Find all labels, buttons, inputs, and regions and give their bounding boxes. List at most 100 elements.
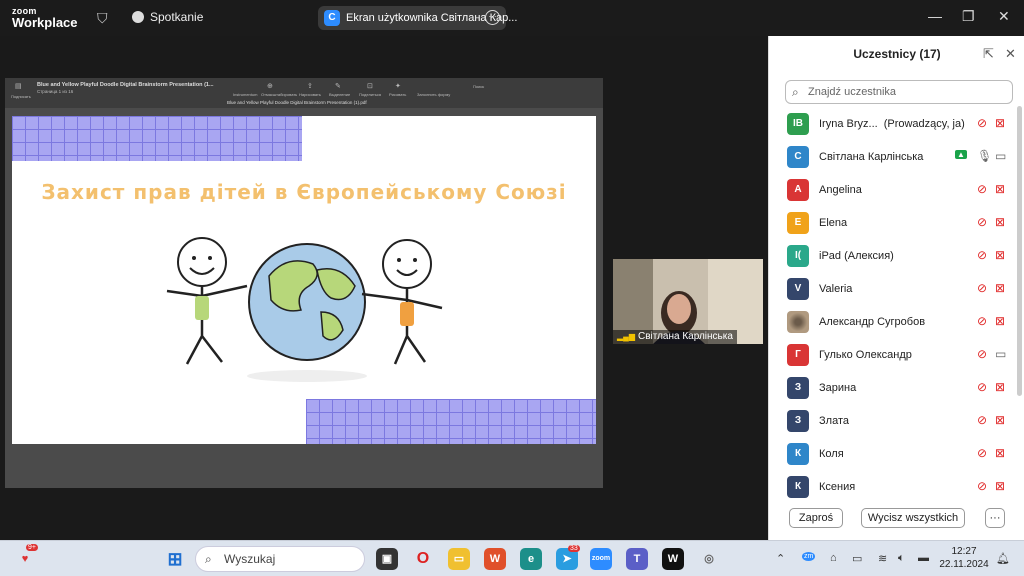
participant-row[interactable]: E Elena ⊘ ⊠ xyxy=(769,207,1017,240)
microphone-muted-icon[interactable]: ⊘ xyxy=(977,380,987,394)
edge-icon[interactable]: e xyxy=(520,548,542,570)
camera-off-icon[interactable]: ⊠ xyxy=(995,446,1005,460)
participant-row[interactable]: З Зарина ⊘ ⊠ xyxy=(769,372,1017,405)
mute-all-button[interactable]: Wycisz wszystkich xyxy=(861,508,965,528)
display-icon[interactable]: ▭ xyxy=(852,552,862,565)
participant-name: Злата xyxy=(819,415,849,427)
zoom-taskbar-icon[interactable]: zoom xyxy=(590,548,612,570)
file-explorer-icon[interactable]: ▭ xyxy=(448,548,470,570)
participant-row[interactable]: К Коля ⊘ ⊠ xyxy=(769,438,1017,471)
app-icon[interactable]: ◎ xyxy=(698,548,720,570)
camera-off-icon[interactable]: ⊠ xyxy=(995,215,1005,229)
participant-role: (Prowadzący, ja) xyxy=(883,118,965,130)
bell-icon[interactable]: 🔔︎ xyxy=(996,552,1010,565)
participant-row[interactable]: Г Гулько Олександр ⊘ ▭ xyxy=(769,339,1017,372)
microphone-muted-icon[interactable]: ⊘ xyxy=(977,215,987,229)
participant-row[interactable]: V Valeria ⊘ ⊠ xyxy=(769,273,1017,306)
taskbar-search-input[interactable]: ⌕ Wyszukaj xyxy=(195,546,365,572)
participant-row[interactable]: С Світлана Карлінська ▲ 🎙︎ ▭ xyxy=(769,141,1017,174)
camera-off-icon[interactable]: ⊠ xyxy=(995,314,1005,328)
camera-icon[interactable]: ▭ xyxy=(995,347,1006,361)
screen-share-indicator[interactable]: C Ekran użytkownika Світлана Кар... ··· xyxy=(318,6,517,30)
more-options-icon[interactable]: ··· xyxy=(485,10,500,25)
participant-row[interactable]: З Злата ⊘ ⊠ xyxy=(769,405,1017,438)
task-view-icon[interactable]: ▣ xyxy=(376,548,398,570)
kids-and-globe-illustration xyxy=(166,237,443,382)
microphone-icon[interactable]: 🎙︎ xyxy=(977,149,992,163)
grid-decoration-bottom xyxy=(306,399,596,444)
microphone-muted-icon[interactable]: ⊘ xyxy=(977,413,987,427)
camera-icon[interactable]: ▭ xyxy=(995,149,1006,163)
participant-search-input[interactable]: ⌕ Znajdź uczestnika xyxy=(785,80,1013,104)
invite-button[interactable]: Zaproś xyxy=(789,508,843,528)
pdf-tool: Поделиться xyxy=(359,92,382,97)
screen-share-icon: ▲ xyxy=(955,150,967,159)
teams-icon[interactable]: T xyxy=(626,548,648,570)
video-name-label: ▂▄▆ Світлана Карлінська xyxy=(613,330,737,344)
microphone-muted-icon[interactable]: ⊘ xyxy=(977,314,987,328)
taskbar-clock[interactable]: 12:27 22.11.2024 xyxy=(938,545,990,571)
participant-name: Світлана Карлінська xyxy=(819,151,924,163)
opera-icon[interactable]: O xyxy=(412,548,434,570)
participant-avatar: V xyxy=(787,278,809,300)
more-button[interactable]: ··· xyxy=(985,508,1005,528)
office-icon[interactable]: W xyxy=(484,548,506,570)
participant-avatar: Г xyxy=(787,344,809,366)
wifi-icon[interactable]: ≋ xyxy=(878,552,887,565)
camera-off-icon[interactable]: ⊠ xyxy=(995,182,1005,196)
microphone-muted-icon[interactable]: ⊘ xyxy=(977,116,987,130)
participant-avatar: С xyxy=(787,146,809,168)
microphone-muted-icon[interactable]: ⊘ xyxy=(977,479,987,493)
meeting-menu[interactable]: Spotkanie xyxy=(132,10,203,24)
microphone-muted-icon[interactable]: ⊘ xyxy=(977,446,987,460)
participant-row[interactable]: A Angelina ⊘ ⊠ xyxy=(769,174,1017,207)
mail-badge: 33 xyxy=(568,545,580,552)
participant-name: Зарина xyxy=(819,382,857,394)
participant-row[interactable]: Александр Сугробов ⊘ ⊠ xyxy=(769,306,1017,339)
markup-icon: ✦ xyxy=(395,83,401,90)
camera-off-icon[interactable]: ⊠ xyxy=(995,248,1005,262)
security-shield-icon[interactable]: ⛉ xyxy=(97,10,108,27)
restore-icon[interactable]: ❐ xyxy=(962,8,975,25)
popout-icon[interactable]: ⇱ xyxy=(983,46,994,62)
participant-name: Гулько Олександр xyxy=(819,349,912,361)
camera-off-icon[interactable]: ⊠ xyxy=(995,380,1005,394)
tray-overflow-icon[interactable]: ⌃ xyxy=(776,552,785,565)
minimize-icon[interactable]: — xyxy=(928,8,942,24)
participant-list: IB Iryna Bryz... (Prowadzący, ja) ⊘ ⊠ С Світла… xyxy=(769,108,1017,498)
zoom-tray-icon[interactable]: zm xyxy=(802,552,816,561)
notifications-icon[interactable]: ♥ xyxy=(14,548,36,570)
battery-icon[interactable]: ▬ xyxy=(918,552,929,564)
participant-row[interactable]: I(iPad (Алексия) ⊘ ⊠ xyxy=(769,240,1017,273)
pdf-tool: Рисовать xyxy=(389,92,407,97)
close-icon[interactable]: ✕ xyxy=(998,8,1010,25)
network-icon[interactable]: ⌂ xyxy=(830,552,837,564)
pdf-title: Blue and Yellow Playful Doodle Digital B… xyxy=(37,82,214,88)
pdf-search: Поиск xyxy=(473,84,485,89)
microphone-muted-icon[interactable]: ⊘ xyxy=(977,248,987,262)
windows-taskbar: ♥ 9+ ⊞ ⌕ Wyszukaj ▣ O ▭ W e ➤ 33 zoom T W… xyxy=(0,540,1024,576)
participant-name: Iryna Bryz... (Prowadzący, ja) xyxy=(819,118,965,130)
pdf-page-info: Страница 1 из 16 xyxy=(37,89,74,94)
participant-avatar: A xyxy=(787,179,809,201)
camera-off-icon[interactable]: ⊠ xyxy=(995,413,1005,427)
participant-video-tile[interactable]: ▂▄▆ Світлана Карлінська xyxy=(613,259,763,344)
camera-off-icon[interactable]: ⊠ xyxy=(995,281,1005,295)
capcut-icon[interactable]: W xyxy=(662,548,684,570)
microphone-muted-icon[interactable]: ⊘ xyxy=(977,347,987,361)
volume-icon[interactable]: 🔈︎ xyxy=(898,552,905,565)
start-icon[interactable]: ⊞ xyxy=(164,548,186,570)
camera-off-icon[interactable]: ⊠ xyxy=(995,479,1005,493)
shared-pdf-viewer: ▤ Blue and Yellow Playful Doodle Digital… xyxy=(5,78,603,488)
zoom-window: zoom Workplace ⛉ Spotkanie C Ekran użytk… xyxy=(0,0,1024,576)
close-panel-icon[interactable]: ✕ xyxy=(1005,46,1016,62)
microphone-muted-icon[interactable]: ⊘ xyxy=(977,281,987,295)
participant-row[interactable]: К Ксения ⊘ ⊠ xyxy=(769,471,1017,498)
participant-row[interactable]: IB Iryna Bryz... (Prowadzący, ja) ⊘ ⊠ xyxy=(769,108,1017,141)
slide-title: Захист прав дітей в Європейському Союзі xyxy=(41,180,567,204)
microphone-muted-icon[interactable]: ⊘ xyxy=(977,182,987,196)
search-icon: ⌕ xyxy=(205,552,212,566)
participant-list-scrollbar[interactable] xyxy=(1017,106,1022,396)
camera-off-icon[interactable]: ⊠ xyxy=(995,116,1005,130)
grid-decoration-top xyxy=(12,116,302,161)
